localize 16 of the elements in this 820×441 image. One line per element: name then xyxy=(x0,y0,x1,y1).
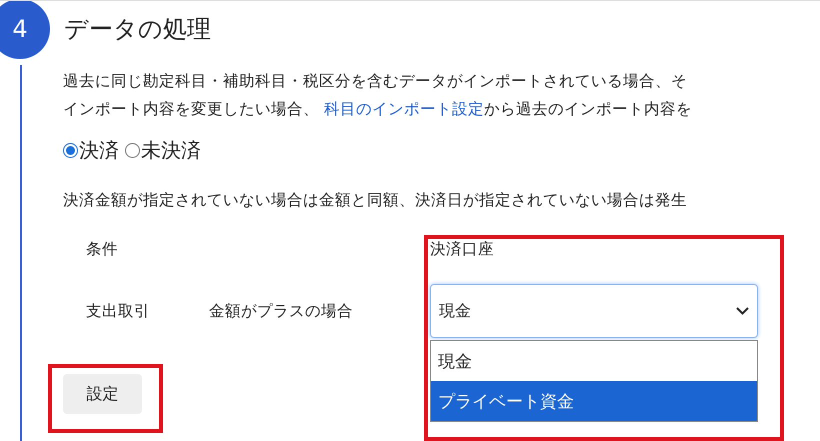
radio-option[interactable]: 決済 xyxy=(63,137,119,164)
chevron-down-icon xyxy=(736,307,749,315)
column-header: 決済口座 xyxy=(430,239,495,260)
import-settings-link[interactable]: 科目のインポート設定 xyxy=(324,100,484,118)
dropdown-option[interactable]: 現金 xyxy=(431,341,757,381)
note-text: 決済金額が指定されていない場合は金額と同額、決済日が指定されていない場合は発生 xyxy=(63,190,688,211)
description-text: 過去に同じ勘定科目・補助科目・税区分を含むデータがインポートされている場合、そ xyxy=(63,71,688,92)
dropdown-option[interactable]: プライベート資金 xyxy=(431,381,757,421)
description-text: インポート内容を変更したい場合、 科目のインポート設定から過去のインポート内容を xyxy=(63,99,693,120)
step-badge: 4 xyxy=(0,1,50,59)
section-title: データの処理 xyxy=(64,14,211,45)
table-cell-text: 支出取引 xyxy=(86,300,151,322)
table-cell-text: 金額がプラスの場合 xyxy=(209,300,354,322)
column-header: 条件 xyxy=(86,239,119,260)
radio-option[interactable]: 未決済 xyxy=(125,137,201,164)
settings-button[interactable]: 設定 xyxy=(63,374,142,414)
